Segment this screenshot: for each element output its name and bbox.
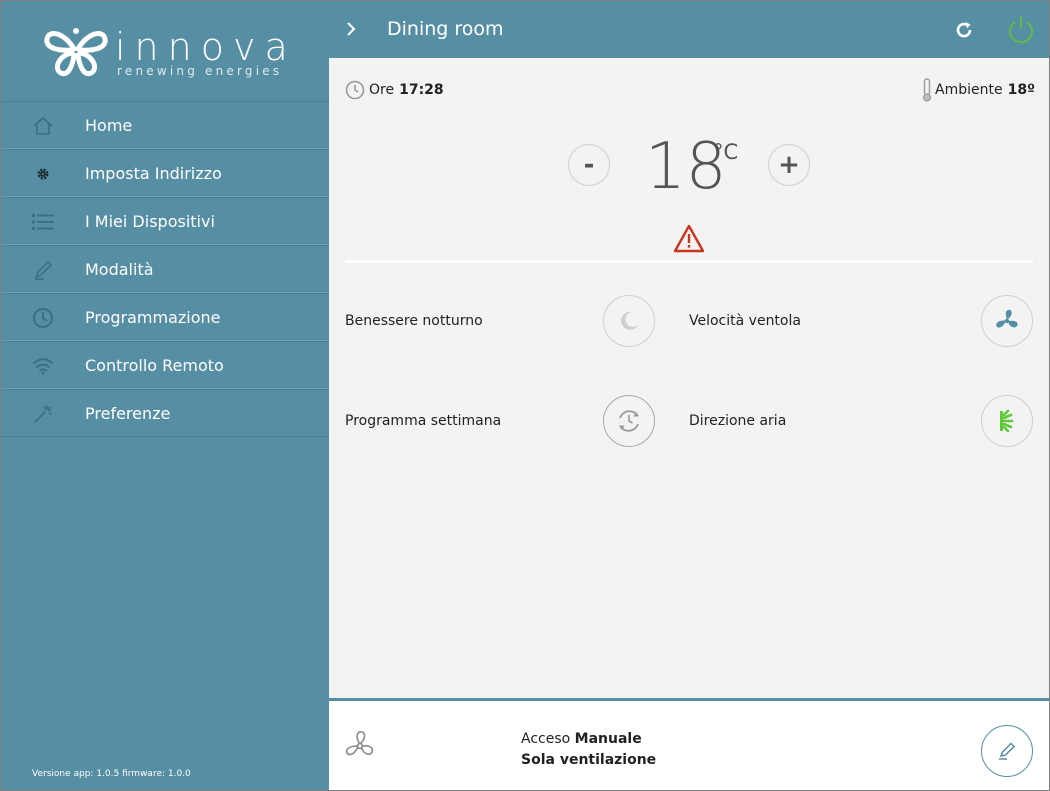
clock-icon xyxy=(31,306,55,330)
status-bar: Acceso Manuale Sola ventilazione xyxy=(329,698,1049,790)
night-comfort-label: Benessere notturno xyxy=(345,313,483,329)
sidebar-item-programmazione[interactable]: Programmazione xyxy=(1,293,329,341)
air-direction-button[interactable] xyxy=(981,395,1033,447)
sidebar-item-label: Programmazione xyxy=(85,308,221,327)
brand-logo: innova renewing energies xyxy=(41,23,301,83)
weekly-program-button[interactable] xyxy=(603,395,655,447)
power-icon[interactable] xyxy=(1005,14,1037,46)
refresh-icon[interactable] xyxy=(953,19,975,41)
wifi-icon xyxy=(31,354,55,378)
increase-temperature-button[interactable]: + xyxy=(768,144,810,186)
sidebar-item-label: Home xyxy=(85,116,133,135)
sidebar-item-home[interactable]: Home xyxy=(1,101,329,149)
pencil-icon xyxy=(31,258,55,282)
thermometer-icon xyxy=(922,78,932,102)
page-title: Dining room xyxy=(387,18,504,40)
sidebar-item-i-miei-dispositivi[interactable]: I Miei Dispositivi xyxy=(1,197,329,245)
sidebar-item-label: Controllo Remoto xyxy=(85,356,224,375)
fan-speed-label: Velocità ventola xyxy=(689,313,801,329)
time-label: Ore xyxy=(369,82,395,98)
version-info: Versione app: 1.0.5 firmware: 1.0.0 xyxy=(32,769,191,779)
setpoint-unit: °C xyxy=(713,140,739,164)
ambient-temperature: Ambiente 18º xyxy=(921,78,1035,102)
air-direction-label: Direzione aria xyxy=(689,413,787,429)
weekly-program-label: Programma settimana xyxy=(345,413,502,429)
decrease-temperature-button[interactable]: - xyxy=(568,144,610,186)
fan-icon xyxy=(996,309,1018,328)
moon-icon xyxy=(621,311,638,330)
app-window: innova renewing energies Home Imposta In… xyxy=(0,0,1050,791)
air-direction-icon xyxy=(1000,409,1014,433)
home-icon xyxy=(31,114,55,138)
sidebar-item-label: Modalità xyxy=(85,260,154,279)
night-comfort-button[interactable] xyxy=(603,295,655,347)
sidebar-item-label: I Miei Dispositivi xyxy=(85,212,215,231)
top-bar: Dining room xyxy=(329,1,1049,58)
sidebar-item-preferenze[interactable]: Preferenze xyxy=(1,389,329,437)
ambient-label: Ambiente xyxy=(935,82,1003,98)
gear-icon xyxy=(31,162,55,186)
butterfly-logo-icon xyxy=(44,28,108,77)
edit-mode-button[interactable] xyxy=(981,725,1033,777)
fan-speed-button[interactable] xyxy=(981,295,1033,347)
sidebar-item-label: Preferenze xyxy=(85,404,171,423)
time-value: 17:28 xyxy=(399,82,444,98)
sidebar-item-controllo-remoto[interactable]: Controllo Remoto xyxy=(1,341,329,389)
schedule-clock-icon xyxy=(619,410,639,432)
brand-name: innova xyxy=(115,25,297,69)
status-prefix: Acceso xyxy=(521,731,571,747)
divider xyxy=(345,260,1033,263)
sidebar-item-imposta-indirizzo[interactable]: Imposta Indirizzo xyxy=(1,149,329,197)
fan-mode-icon xyxy=(343,729,377,763)
operating-status: Acceso Manuale Sola ventilazione xyxy=(521,729,656,771)
ambient-value: 18º xyxy=(1007,82,1035,98)
thermostat-panel: Ore 17:28 Ambiente 18º - 18 °C + Benesse… xyxy=(329,58,1049,698)
sidebar: innova renewing energies Home Imposta In… xyxy=(1,1,329,790)
status-mode: Manuale xyxy=(574,731,642,747)
warning-icon[interactable] xyxy=(673,224,705,254)
magic-wand-icon xyxy=(31,402,55,426)
chevron-right-icon[interactable] xyxy=(341,19,361,39)
status-submode: Sola ventilazione xyxy=(521,752,657,768)
sidebar-item-modalita[interactable]: Modalità xyxy=(1,245,329,293)
current-time: Ore 17:28 xyxy=(345,80,444,100)
sidebar-nav: Home Imposta Indirizzo I Miei Dispositiv… xyxy=(1,101,329,437)
sidebar-item-label: Imposta Indirizzo xyxy=(85,164,222,183)
pencil-icon xyxy=(999,742,1016,760)
brand-tagline: renewing energies xyxy=(117,64,283,78)
clock-icon xyxy=(345,80,365,100)
list-icon xyxy=(31,210,55,234)
setpoint-control: - 18 °C + xyxy=(329,128,1049,208)
